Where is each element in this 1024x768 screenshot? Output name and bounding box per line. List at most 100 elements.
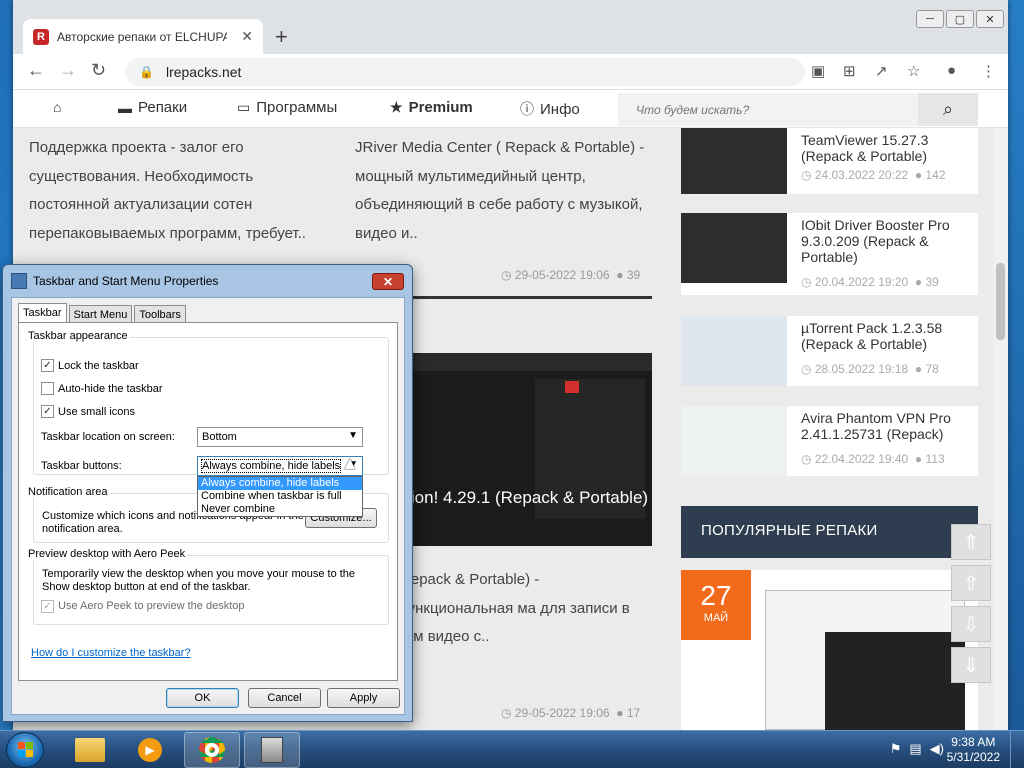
close-tab-icon[interactable]: ✕ bbox=[241, 28, 253, 45]
buttons-combobox[interactable]: Always combine, hide labels ▼ bbox=[197, 456, 363, 476]
taskbar-chrome[interactable] bbox=[184, 732, 240, 768]
cancel-button[interactable]: Cancel bbox=[248, 688, 321, 708]
sidebar-item[interactable]: IObit Driver Booster Pro 9.3.0.209 (Repa… bbox=[681, 213, 978, 295]
sidebar-item-title: TeamViewer 15.27.3 (Repack & Portable) bbox=[801, 132, 929, 164]
scroll-top-icon[interactable]: ⇑ bbox=[951, 524, 991, 560]
site-search-button[interactable]: ⌕ bbox=[918, 93, 978, 126]
nav-programs[interactable]: ▭ Программы bbox=[237, 99, 337, 116]
mouse-cursor-icon: ▲ bbox=[341, 453, 359, 473]
url-text: lrepacks.net bbox=[165, 64, 242, 80]
car-icon: ▬ bbox=[118, 99, 132, 116]
thumb-record bbox=[565, 381, 579, 393]
location-combobox[interactable]: Bottom ▼ bbox=[197, 427, 363, 447]
sidebar-item[interactable]: µTorrent Pack 1.2.3.58 (Repack & Portabl… bbox=[681, 316, 978, 386]
back-icon[interactable]: ← bbox=[27, 60, 45, 81]
taskbar-icon bbox=[11, 273, 27, 289]
post-meta: ◷ 29-05-2022 19:06 ● 17 bbox=[501, 706, 641, 720]
folder-icon: ▭ bbox=[237, 99, 251, 115]
popular-date-badge: 27 МАЙ bbox=[681, 570, 751, 640]
home-icon: ⌂ bbox=[53, 99, 62, 115]
window-controls: ─ ▢ ✕ bbox=[914, 10, 1004, 28]
post-excerpt: Поддержка проекта - залог его существова… bbox=[29, 139, 306, 242]
browser-tab[interactable]: R Авторские репаки от ELCHUPACABRA ✕ bbox=[23, 19, 263, 54]
share-icon[interactable]: ↗ bbox=[875, 62, 888, 80]
scroll-down-icon[interactable]: ⇩ bbox=[951, 606, 991, 642]
sidebar-item-meta: ◷ 20.04.2022 19:20 ● 39 bbox=[801, 275, 939, 289]
aero-peek-checkbox[interactable]: ✓ Use Aero Peek to preview the desktop bbox=[41, 600, 245, 613]
buttons-label: Taskbar buttons: bbox=[41, 460, 122, 472]
taskbar-explorer[interactable] bbox=[62, 732, 118, 768]
dialog-body: Taskbar Start Menu Toolbars Taskbar appe… bbox=[11, 297, 405, 715]
small-icons-checkbox[interactable]: ✓ Use small icons bbox=[41, 405, 135, 418]
post-meta: ◷ 29-05-2022 19:06 ● 39 bbox=[501, 268, 641, 282]
taskbar-tab-panel: Taskbar appearance ✓ Lock the taskbar Aut… bbox=[18, 322, 398, 681]
reload-icon[interactable]: ↻ bbox=[91, 60, 106, 81]
scrollbar-thumb[interactable] bbox=[996, 263, 1005, 340]
tab-taskbar[interactable]: Taskbar bbox=[18, 303, 67, 324]
volume-icon[interactable]: ◀) bbox=[930, 741, 944, 757]
scroll-bottom-icon[interactable]: ⇓ bbox=[951, 647, 991, 683]
nav-home[interactable]: ⌂ bbox=[53, 99, 67, 115]
sidebar-item-meta: ◷ 22.04.2022 19:40 ● 113 bbox=[801, 452, 945, 466]
action-center-icon[interactable]: ⚑ bbox=[890, 741, 902, 757]
nav-repacks[interactable]: ▬ Репаки bbox=[118, 99, 187, 116]
play-icon: ▶ bbox=[138, 738, 162, 762]
checkbox-checked-icon: ✓ bbox=[41, 359, 54, 372]
nav-premium[interactable]: ★ Premium bbox=[390, 99, 473, 116]
translate-icon[interactable]: ⊞ bbox=[843, 62, 856, 80]
show-desktop-button[interactable] bbox=[1010, 731, 1024, 768]
site-search-input[interactable] bbox=[618, 93, 918, 126]
dropdown-option[interactable]: Never combine bbox=[198, 503, 362, 516]
group-label: Preview desktop with Aero Peek bbox=[26, 548, 188, 560]
sidebar-item-title: µTorrent Pack 1.2.3.58 (Repack & Portabl… bbox=[801, 320, 943, 352]
checkbox-checked-icon: ✓ bbox=[41, 600, 54, 613]
new-tab-icon[interactable]: + bbox=[275, 24, 288, 50]
tab-title: Авторские репаки от ELCHUPACABRA bbox=[57, 29, 227, 44]
menu-icon[interactable]: ⋮ bbox=[981, 62, 996, 80]
taskbar-icon bbox=[261, 737, 283, 763]
close-button[interactable]: ✕ bbox=[372, 273, 404, 290]
apply-button[interactable]: Apply bbox=[327, 688, 400, 708]
forward-icon[interactable]: → bbox=[59, 60, 77, 81]
sidebar-item[interactable]: Avira Phantom VPN Pro 2.41.1.25731 (Repa… bbox=[681, 406, 978, 476]
dropdown-option[interactable]: Always combine, hide labels bbox=[198, 477, 362, 490]
group-label: Notification area bbox=[26, 486, 110, 498]
nav-info[interactable]: ⓘ Инфо bbox=[520, 99, 580, 119]
network-icon[interactable]: ▤ bbox=[909, 741, 921, 757]
buttons-dropdown-list: Always combine, hide labels Combine when… bbox=[197, 476, 363, 517]
folder-icon bbox=[75, 738, 105, 762]
taskbar-media-player[interactable]: ▶ bbox=[122, 732, 178, 768]
profile-icon[interactable]: ● bbox=[947, 62, 956, 79]
windows-taskbar: ▶ ⚑ ▤ ◀) 9:38 AM 5/31/2022 bbox=[0, 730, 1024, 768]
blocked-popup-icon[interactable]: ▣ bbox=[811, 62, 825, 80]
dialog-titlebar[interactable]: Taskbar and Start Menu Properties bbox=[3, 265, 412, 297]
help-link[interactable]: How do I customize the taskbar? bbox=[31, 647, 191, 659]
minimize-icon[interactable]: ─ bbox=[916, 10, 944, 28]
page-scrollbar[interactable] bbox=[993, 128, 1008, 730]
sidebar-item-title: Avira Phantom VPN Pro 2.41.1.25731 (Repa… bbox=[801, 410, 951, 442]
lock-icon: 🔒 bbox=[139, 65, 154, 79]
checkbox-unchecked-icon bbox=[41, 382, 54, 395]
auto-hide-checkbox[interactable]: Auto-hide the taskbar bbox=[41, 382, 163, 395]
address-bar[interactable]: 🔒 lrepacks.net bbox=[125, 58, 805, 86]
taskbar-properties[interactable] bbox=[244, 732, 300, 768]
start-button[interactable] bbox=[6, 732, 44, 768]
restore-icon[interactable]: ▢ bbox=[946, 10, 974, 28]
site-search bbox=[618, 93, 918, 126]
close-icon[interactable]: ✕ bbox=[976, 10, 1004, 28]
sidebar-thumb bbox=[681, 406, 787, 476]
sidebar-thumb bbox=[681, 128, 787, 194]
popular-heading: ПОПУЛЯРНЫЕ РЕПАКИ bbox=[681, 506, 978, 558]
system-tray: ⚑ ▤ ◀) bbox=[882, 741, 944, 757]
sidebar-item-meta: ◷ 28.05.2022 19:18 ● 78 bbox=[801, 362, 939, 376]
checkbox-checked-icon: ✓ bbox=[41, 405, 54, 418]
ok-button[interactable]: OK bbox=[166, 688, 239, 708]
clock[interactable]: 9:38 AM 5/31/2022 bbox=[947, 735, 1000, 765]
popular-thumbnail[interactable]: 27 МАЙ bbox=[681, 570, 978, 730]
lock-taskbar-checkbox[interactable]: ✓ Lock the taskbar bbox=[41, 359, 139, 372]
popular-terminal bbox=[825, 632, 965, 730]
bookmark-star-icon[interactable]: ☆ bbox=[907, 62, 920, 80]
sidebar-item[interactable]: TeamViewer 15.27.3 (Repack & Portable) ◷… bbox=[681, 128, 978, 194]
scroll-up-icon[interactable]: ⇧ bbox=[951, 565, 991, 601]
dropdown-option[interactable]: Combine when taskbar is full bbox=[198, 490, 362, 503]
